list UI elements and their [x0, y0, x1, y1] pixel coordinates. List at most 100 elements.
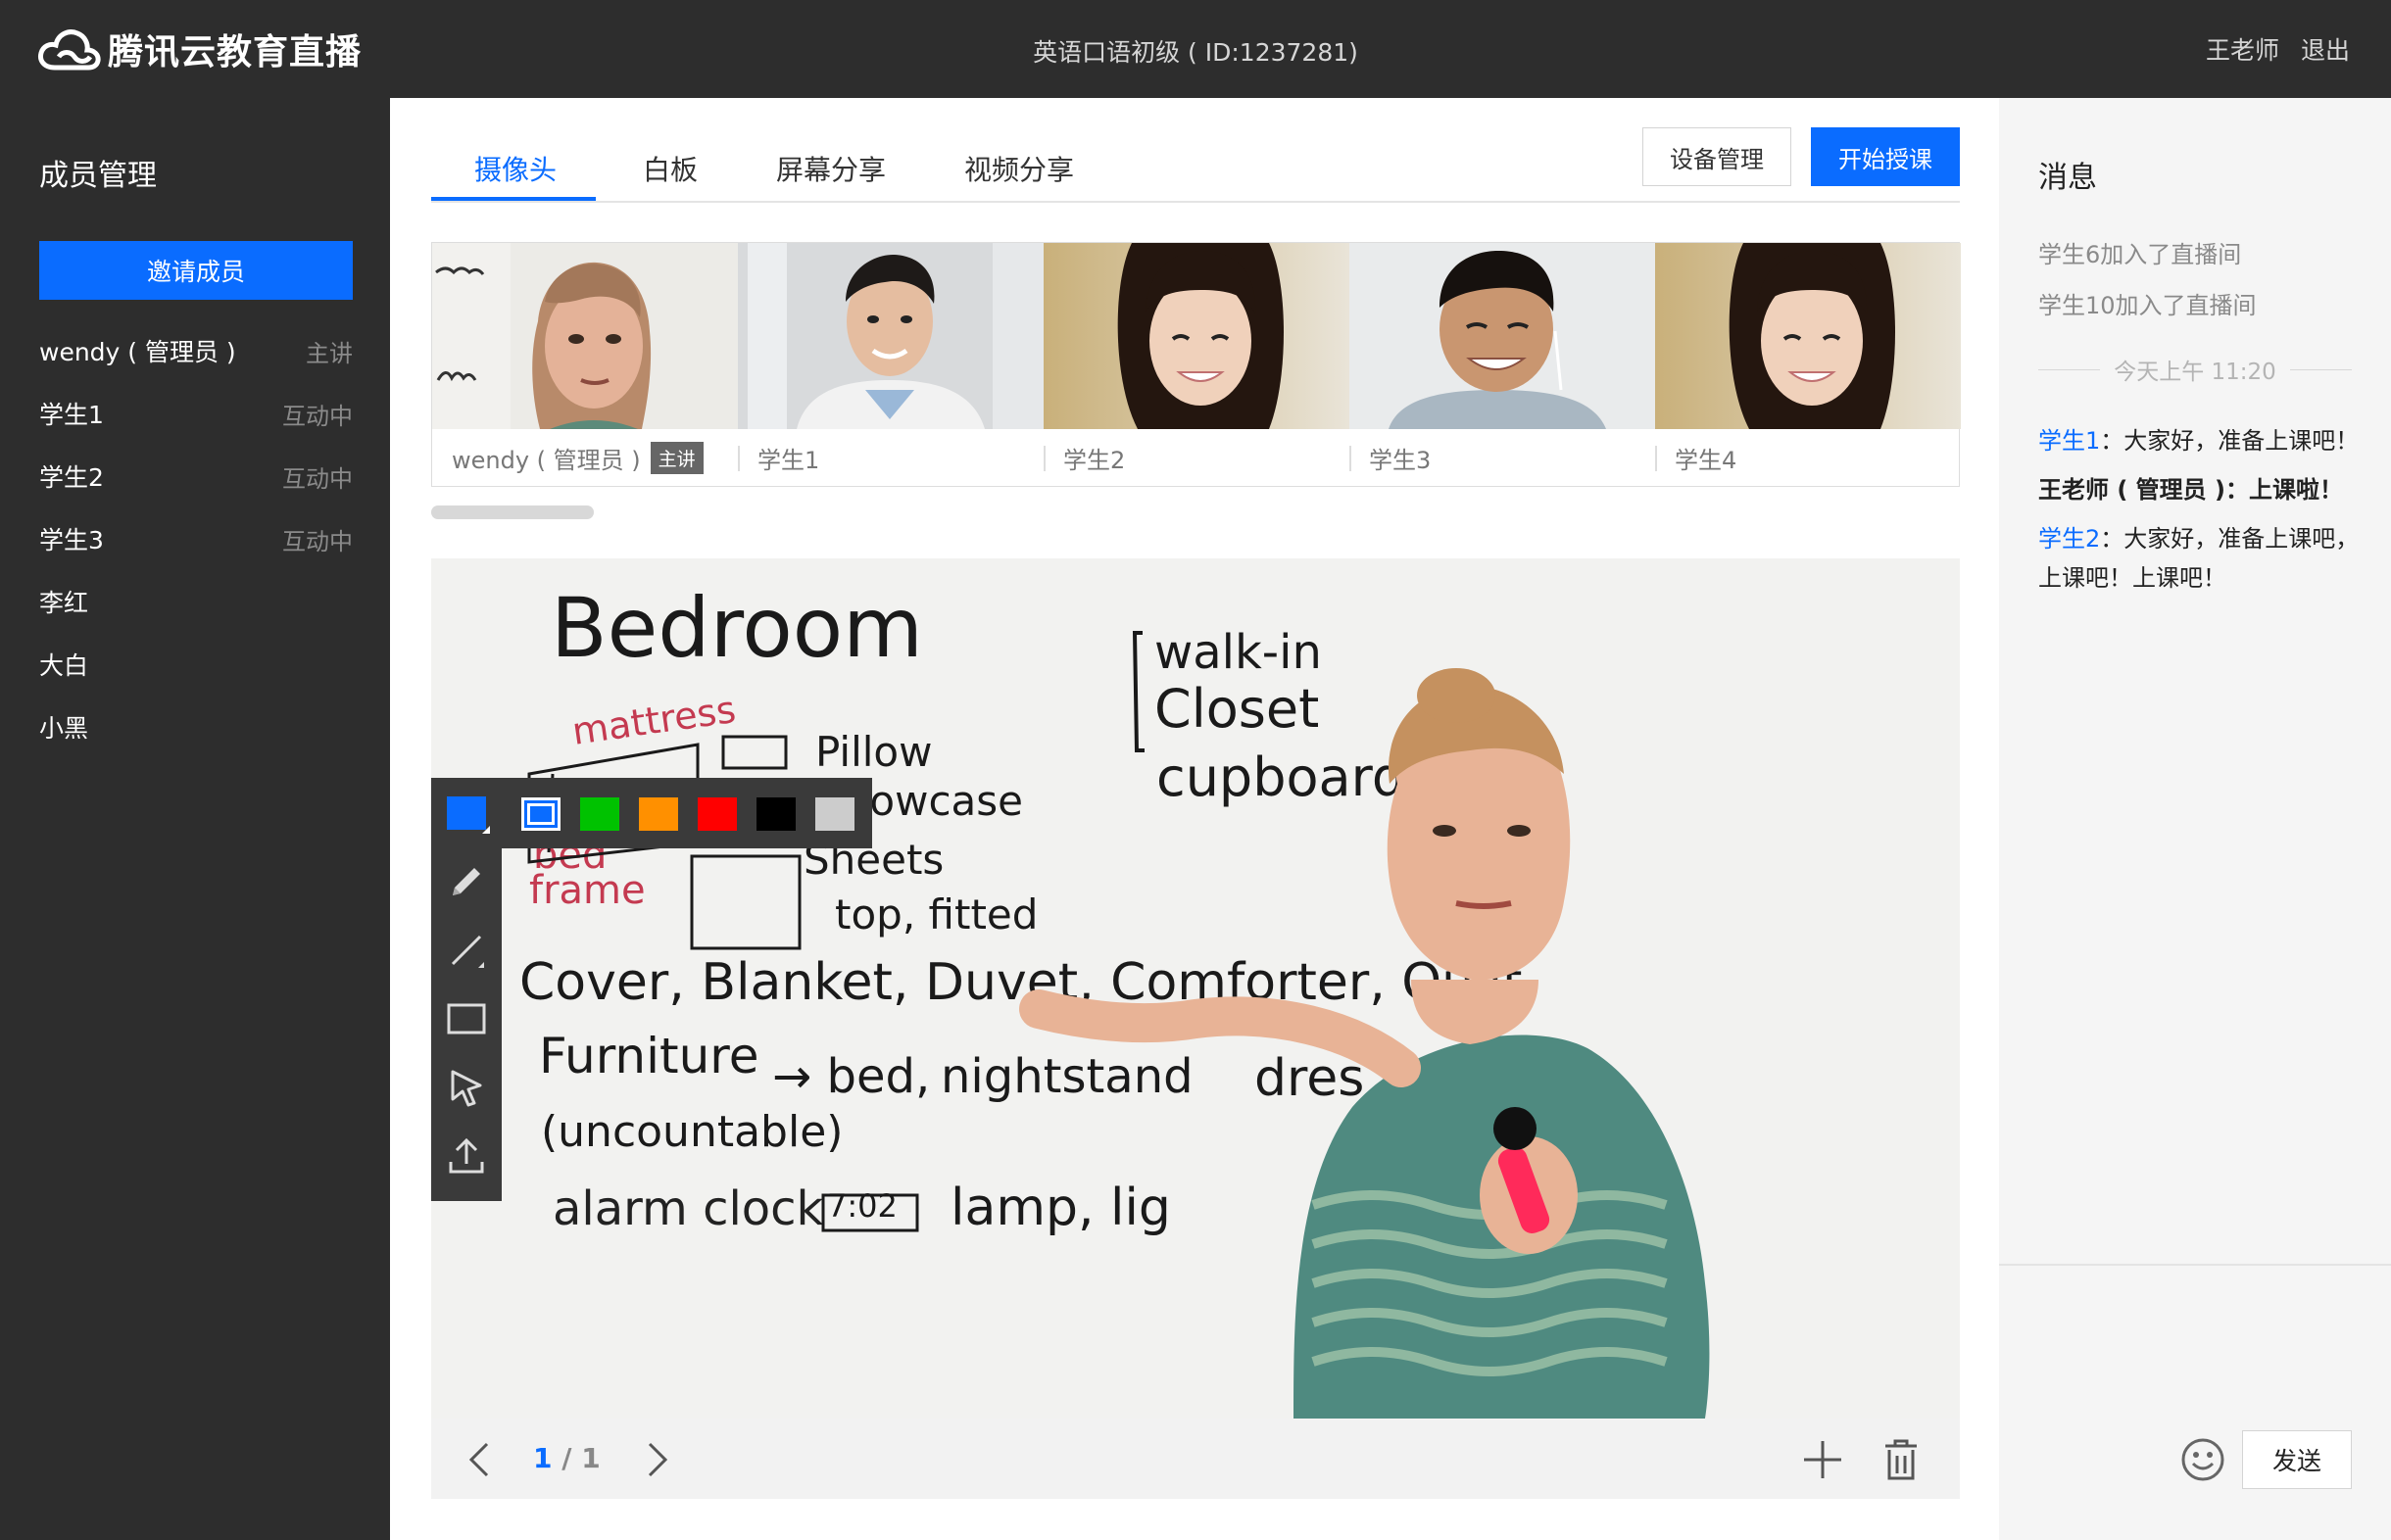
cloud-logo-icon — [38, 29, 101, 71]
drawing-toolbar — [431, 778, 502, 1201]
whiteboard-video: Bedroom mattress Pillow Pillowcase bed f… — [431, 558, 1960, 1419]
tab-video-share[interactable]: 视频分享 — [964, 149, 1074, 201]
chat-message: 学生1：大家好，准备上课吧！ — [2038, 421, 2362, 460]
color-swatch-green[interactable] — [580, 797, 619, 831]
select-icon[interactable] — [441, 1062, 492, 1113]
message-text: ：大家好，准备上课吧！ — [2100, 427, 2360, 455]
system-message: 学生10加入了直播间 — [2038, 292, 2257, 319]
active-tab-indicator — [431, 197, 596, 201]
svg-text:alarm clock: alarm clock — [553, 1181, 824, 1236]
chat-message-list: 学生1：大家好，准备上课吧！ 王老师 ( 管理员 )：上课啦！ 学生2：大家好，… — [2038, 421, 2362, 607]
member-item[interactable]: 小黑 — [39, 696, 353, 758]
thumbnail-label: 学生3 — [1369, 446, 1432, 474]
member-name: 小黑 — [39, 714, 89, 743]
svg-text:top, fitted: top, fitted — [835, 890, 1038, 938]
member-item[interactable]: 学生2 互动中 — [39, 445, 353, 507]
svg-text:Bedroom: Bedroom — [551, 580, 923, 676]
svg-text:Furniture: Furniture — [539, 1028, 759, 1084]
participant-video — [1044, 243, 1349, 429]
device-management-button[interactable]: 设备管理 — [1642, 127, 1791, 186]
participant-video — [432, 243, 738, 429]
svg-text:lamp, lig: lamp, lig — [951, 1179, 1171, 1237]
chat-message: 学生2：大家好，准备上课吧，上课吧！上课吧！ — [2038, 519, 2362, 598]
page-controls: 1 / 1 — [431, 1419, 1960, 1499]
current-page: 1 — [533, 1442, 553, 1474]
chat-input-divider — [1999, 1264, 2391, 1266]
emoji-icon[interactable] — [2179, 1436, 2226, 1483]
member-name: 学生1 — [39, 401, 104, 429]
svg-text:(uncountable): (uncountable) — [541, 1107, 843, 1157]
member-item[interactable]: 学生1 互动中 — [39, 382, 353, 445]
video-thumbnail[interactable]: 学生3 — [1349, 243, 1655, 488]
thumbnail-scrollbar[interactable] — [431, 505, 594, 519]
tab-whiteboard[interactable]: 白板 — [643, 149, 698, 201]
tab-screen-share[interactable]: 屏幕分享 — [776, 149, 886, 201]
sender-name: 学生2 — [2038, 525, 2101, 553]
send-button[interactable]: 发送 — [2242, 1430, 2352, 1489]
page-indicator: 1 / 1 — [533, 1442, 601, 1474]
member-status: 互动中 — [282, 402, 353, 430]
chevron-left-icon[interactable] — [457, 1436, 504, 1483]
participant-video — [738, 243, 1044, 429]
current-color-swatch — [447, 796, 490, 834]
logout-link[interactable]: 退出 — [2301, 31, 2350, 67]
member-item[interactable]: wendy ( 管理员 ) 主讲 — [39, 319, 353, 382]
sender-name: 学生1 — [2038, 427, 2101, 455]
member-item[interactable]: 李红 — [39, 570, 353, 633]
line-icon[interactable] — [441, 925, 492, 976]
color-swatch-black[interactable] — [756, 797, 796, 831]
user-name[interactable]: 王老师 — [2206, 31, 2279, 67]
member-status: 主讲 — [306, 339, 353, 367]
color-swatch-orange[interactable] — [639, 797, 678, 831]
time-divider: 今天上午 11:20 — [2038, 355, 2352, 385]
color-palette — [502, 778, 872, 848]
pen-icon[interactable] — [441, 856, 492, 907]
svg-text:frame: frame — [529, 868, 646, 913]
sidebar-title: 成员管理 — [39, 159, 157, 193]
total-pages: / 1 — [561, 1442, 601, 1474]
video-thumbnail[interactable]: wendy ( 管理员 ) 主讲 — [432, 243, 738, 488]
color-swatch-red[interactable] — [698, 797, 737, 831]
main-video-stage[interactable]: Bedroom mattress Pillow Pillowcase bed f… — [431, 558, 1960, 1419]
trash-icon[interactable] — [1878, 1436, 1925, 1483]
member-status: 互动中 — [282, 527, 353, 555]
member-name: 学生3 — [39, 526, 104, 554]
thumbnail-label: 学生4 — [1675, 446, 1737, 474]
member-name: 大白 — [39, 651, 89, 680]
color-picker-button[interactable] — [441, 788, 492, 839]
system-message: 学生6加入了直播间 — [2038, 241, 2242, 268]
member-status: 互动中 — [282, 464, 353, 493]
app-name: 腾讯云教育直播 — [108, 32, 363, 72]
svg-text:Pillow: Pillow — [815, 728, 932, 776]
add-page-icon[interactable] — [1799, 1436, 1846, 1483]
presenter-badge: 主讲 — [650, 441, 704, 474]
video-thumbnail[interactable]: 学生1 — [738, 243, 1044, 488]
member-name: 李红 — [39, 589, 89, 617]
invite-member-button[interactable]: 邀请成员 — [39, 241, 353, 300]
thumbnail-label: wendy ( 管理员 ) — [452, 446, 641, 474]
tab-camera[interactable]: 摄像头 — [474, 149, 557, 201]
member-item[interactable]: 大白 — [39, 633, 353, 696]
participant-video — [1349, 243, 1655, 429]
member-name: wendy ( 管理员 ) — [39, 338, 236, 366]
svg-text:Closet: Closet — [1154, 678, 1319, 740]
chevron-right-icon[interactable] — [633, 1436, 680, 1483]
video-thumbnail[interactable]: 学生2 — [1044, 243, 1349, 488]
video-thumbnail[interactable]: 学生4 — [1655, 243, 1961, 488]
start-class-button[interactable]: 开始授课 — [1811, 127, 1960, 186]
svg-text:→ bed,: → bed, — [772, 1049, 930, 1104]
member-item[interactable]: 学生3 互动中 — [39, 507, 353, 570]
svg-text:cupboard: cupboard — [1156, 746, 1405, 808]
chat-panel: 消息 学生6加入了直播间 学生10加入了直播间 今天上午 11:20 学生1：大… — [1999, 98, 2391, 1540]
video-thumbnail-strip: wendy ( 管理员 ) 主讲 学生1 学生2 学生3 学生4 — [431, 242, 1961, 488]
color-swatch-blue[interactable] — [521, 797, 561, 831]
member-sidebar: 成员管理 邀请成员 wendy ( 管理员 ) 主讲 学生1 互动中 学生2 互动中 … — [0, 98, 390, 1540]
time-label: 今天上午 11:20 — [2114, 360, 2276, 385]
top-bar: 腾讯云教育直播 英语口语初级 ( ID:1237281) 王老师 退出 — [0, 0, 2391, 98]
svg-text:7:02: 7:02 — [827, 1187, 898, 1225]
thumbnail-label: 学生2 — [1063, 446, 1126, 474]
upload-icon[interactable] — [441, 1131, 492, 1181]
participant-video — [1655, 243, 1961, 429]
rectangle-icon[interactable] — [441, 993, 492, 1044]
color-swatch-gray[interactable] — [815, 797, 854, 831]
